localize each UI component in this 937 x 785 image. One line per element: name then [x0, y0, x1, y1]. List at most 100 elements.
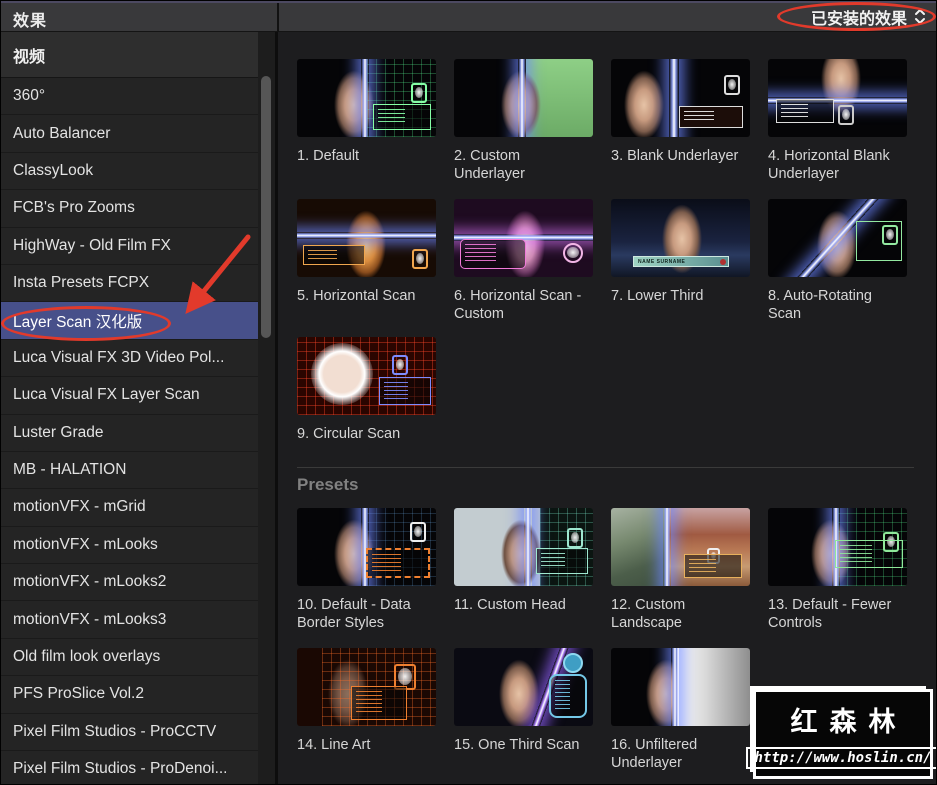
effect-item-blank-underlayer[interactable]: 3. Blank Underlayer: [611, 59, 768, 199]
sidebar-item-old-film-look-overlays[interactable]: Old film look overlays: [1, 638, 258, 677]
preset-item-unfiltered-underlayer[interactable]: 16. Unfiltered Underlayer: [611, 648, 768, 784]
data-box-art: [303, 245, 365, 265]
watermark-title: 红森林: [790, 706, 908, 737]
watermark-url: http://www.hoslin.cn/: [745, 746, 936, 769]
effect-label: 6. Horizontal Scan - Custom: [454, 288, 582, 322]
sidebar-item-luster-grade[interactable]: Luster Grade: [1, 414, 258, 452]
fingerprint-icon: [838, 105, 854, 125]
sidebar-item-luca-layer-scan[interactable]: Luca Visual FX Layer Scan: [1, 377, 258, 415]
sidebar-item-360[interactable]: 360°: [1, 78, 258, 116]
scan-beam-art: [671, 648, 679, 726]
preset-item-custom-head[interactable]: 11. Custom Head: [454, 508, 611, 648]
effect-item-custom-underlayer[interactable]: 2. Custom Underlayer: [454, 59, 611, 199]
effect-label: 15. One Third Scan: [454, 737, 580, 753]
sidebar-item-pfs-proslice[interactable]: PFS ProSlice Vol.2: [1, 676, 258, 714]
preset-item-custom-landscape[interactable]: 12. Custom Landscape: [611, 508, 768, 648]
data-box-art: [460, 239, 526, 269]
effect-thumbnail: [454, 648, 593, 726]
sidebar-item-prodenoi[interactable]: Pixel Film Studios - ProDenoi...: [1, 751, 258, 784]
data-box-art: [351, 686, 407, 720]
sidebar-scrollbar-track[interactable]: [258, 32, 275, 784]
effect-thumbnail: [454, 508, 593, 586]
data-box-art: [835, 540, 903, 568]
effect-thumbnail: [611, 508, 750, 586]
effect-label: 10. Default - Data Border Styles: [297, 597, 411, 631]
effect-label: 5. Horizontal Scan: [297, 288, 416, 304]
effect-thumbnail: NAME SURNAME: [611, 199, 750, 277]
sidebar-item-luca-3d-video-pol[interactable]: Luca Visual FX 3D Video Pol...: [1, 339, 258, 378]
panel-title: 效果: [13, 13, 48, 30]
fingerprint-icon: [882, 225, 898, 245]
face-art: [329, 207, 403, 277]
sidebar-item-insta-presets-fcpx[interactable]: Insta Presets FCPX: [1, 264, 258, 303]
effect-thumbnail: [297, 199, 436, 277]
effect-thumbnail: [611, 648, 750, 726]
data-box-art: [536, 548, 588, 574]
effect-item-circular-scan[interactable]: 9. Circular Scan: [297, 337, 454, 467]
effect-label: 1. Default: [297, 148, 360, 164]
fingerprint-icon: [563, 243, 583, 263]
sidebar-item-mgrid[interactable]: motionVFX - mGrid: [1, 489, 258, 527]
sidebar-item-mlooks3[interactable]: motionVFX - mLooks3: [1, 601, 258, 639]
presets-divider: [297, 467, 914, 468]
scan-beam-art: [669, 59, 679, 137]
effect-item-horizontal-scan-custom[interactable]: 6. Horizontal Scan - Custom: [454, 199, 611, 337]
sidebar-item-fcbs-pro-zooms[interactable]: FCB's Pro Zooms: [1, 190, 258, 228]
effect-label: 13. Default - Fewer Controls: [768, 597, 892, 631]
effect-label: 12. Custom Landscape: [611, 597, 686, 631]
scan-beam-art: [663, 508, 671, 586]
effects-row-2: 5. Horizontal Scan 6. Horizontal Scan - …: [297, 199, 936, 337]
effect-thumbnail: [454, 59, 593, 137]
underlayer-art: [677, 648, 750, 726]
effect-label: 8. Auto-Rotating Scan: [768, 288, 872, 322]
preset-item-default-fewer-controls[interactable]: 13. Default - Fewer Controls: [768, 508, 925, 648]
data-box-art: [684, 554, 742, 578]
scan-beam-art: [361, 59, 369, 137]
sidebar-item-layer-scan-selected[interactable]: Layer Scan 汉化版: [1, 302, 258, 340]
data-box-art: [776, 99, 834, 123]
sidebar-section-video[interactable]: 视频: [1, 32, 258, 78]
top-bar-divider: [277, 1, 279, 32]
effect-label: 11. Custom Head: [454, 597, 566, 613]
sidebar-item-auto-balancer[interactable]: Auto Balancer: [1, 115, 258, 153]
sidebar-scrollbar-thumb[interactable]: [261, 76, 271, 338]
fingerprint-icon: [724, 75, 740, 95]
effect-label: 16. Unfiltered Underlayer: [611, 737, 698, 771]
effect-label: 3. Blank Underlayer: [611, 148, 739, 164]
effect-thumbnail: [297, 648, 436, 726]
sidebar: 视频 360° Auto Balancer ClassyLook FCB's P…: [1, 32, 258, 784]
effects-grid: 1. Default 2. Custom Underlayer 3. Blank…: [278, 32, 936, 784]
effect-item-lower-third[interactable]: NAME SURNAME 7. Lower Third: [611, 199, 768, 337]
preset-item-default-data-border-styles[interactable]: 10. Default - Data Border Styles: [297, 508, 454, 648]
lower-third-banner-art: NAME SURNAME: [633, 256, 729, 267]
preset-item-one-third-scan[interactable]: 15. One Third Scan: [454, 648, 611, 784]
effect-thumbnail: [297, 59, 436, 137]
sidebar-item-mlooks2[interactable]: motionVFX - mLooks2: [1, 564, 258, 602]
effect-label: 14. Line Art: [297, 737, 371, 753]
effect-thumbnail: [768, 59, 907, 137]
fingerprint-icon: [567, 528, 583, 548]
sidebar-item-mb-halation[interactable]: MB - HALATION: [1, 451, 258, 490]
sidebar-item-mlooks[interactable]: motionVFX - mLooks: [1, 526, 258, 565]
scan-beam-art: [518, 59, 526, 137]
panel-divider: [275, 1, 278, 784]
circular-glow-art: [311, 343, 373, 405]
installed-effects-dropdown[interactable]: 已安装的效果: [811, 4, 926, 29]
top-bar: 效果 已安装的效果: [1, 1, 936, 32]
sidebar-item-classylook[interactable]: ClassyLook: [1, 152, 258, 191]
preset-item-line-art[interactable]: 14. Line Art: [297, 648, 454, 784]
effect-item-horizontal-blank-underlayer[interactable]: 4. Horizontal Blank Underlayer: [768, 59, 925, 199]
effect-label: 9. Circular Scan: [297, 426, 401, 442]
effect-thumbnail: [297, 508, 436, 586]
effect-thumbnail: [768, 199, 907, 277]
scan-beam-art: [524, 508, 532, 586]
effects-browser-window: 效果 已安装的效果 视频 360° Auto Balancer ClassyLo…: [0, 0, 937, 785]
data-box-art: [379, 377, 431, 405]
sidebar-item-highway-old-film-fx[interactable]: HighWay - Old Film FX: [1, 227, 258, 265]
effect-item-default[interactable]: 1. Default: [297, 59, 454, 199]
sidebar-item-proccctv[interactable]: Pixel Film Studios - ProCCTV: [1, 713, 258, 752]
effect-item-horizontal-scan[interactable]: 5. Horizontal Scan: [297, 199, 454, 337]
fingerprint-icon: [392, 355, 408, 375]
effect-item-auto-rotating-scan[interactable]: 8. Auto-Rotating Scan: [768, 199, 925, 337]
scan-beam-art: [297, 232, 436, 239]
